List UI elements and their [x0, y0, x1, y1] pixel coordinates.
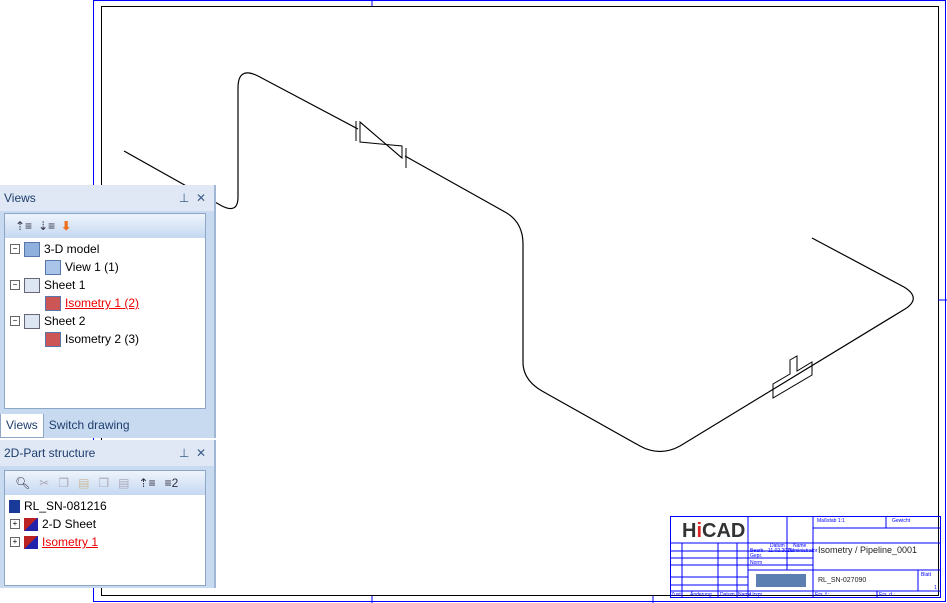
- tab-views[interactable]: Views: [0, 414, 44, 438]
- part-structure-panel: 2D-Part structure ⊥ ✕ 🔍︎ ✂ ❐ ▤ ❐ ▤ ⇡≡ ≡2…: [0, 440, 216, 588]
- weight-label: Gewicht: [892, 518, 911, 524]
- tree-item-sheet-2[interactable]: − Sheet 2: [10, 312, 85, 330]
- tree-item-label: RL_SN-081216: [24, 499, 107, 513]
- paste-sheet-icon[interactable]: ▤: [118, 476, 129, 490]
- pin-icon[interactable]: ⊥: [179, 191, 189, 205]
- norm-label: Norm: [750, 560, 763, 566]
- views-panel-title: Views: [4, 191, 36, 205]
- down-arrow-icon[interactable]: ⬇: [61, 219, 71, 233]
- close-icon[interactable]: ✕: [196, 446, 206, 460]
- collapse-toggle[interactable]: −: [10, 280, 20, 290]
- part-icon: [24, 535, 38, 549]
- author-value: Administrator: [788, 548, 818, 554]
- collapse-icon[interactable]: ⇡≡: [139, 476, 156, 490]
- copy-icon[interactable]: ❐: [58, 476, 69, 490]
- cut-icon[interactable]: ✂: [39, 476, 49, 490]
- tree-item-view-1[interactable]: View 1 (1): [45, 258, 119, 276]
- sheet-label: Blatt: [921, 572, 932, 578]
- scale-label: Maßstab 1:1: [817, 518, 845, 524]
- sheet-number: 1: [934, 585, 937, 591]
- tree-item-isometry-2[interactable]: Isometry 2 (3): [45, 330, 139, 348]
- tree-item-label: Sheet 2: [44, 314, 86, 328]
- tree-item-isometry-1[interactable]: + Isometry 1: [10, 533, 98, 551]
- tree-item-label: Isometry 1: [42, 535, 99, 549]
- tree-item-label: Isometry 2 (3): [65, 332, 140, 346]
- expand-all-icon[interactable]: ⇣≡: [38, 219, 55, 233]
- tree-item-label: 3-D model: [44, 242, 100, 256]
- zust-label: Zust.: [671, 592, 683, 598]
- expand-toggle[interactable]: +: [10, 537, 20, 547]
- tree-root[interactable]: RL_SN-081216: [9, 497, 107, 515]
- ers-d-label: Ers. d.:: [879, 592, 895, 598]
- tree-item-3d-model[interactable]: − 3-D model: [10, 240, 99, 258]
- view-icon: [45, 259, 61, 275]
- logo: HiCAD: [682, 520, 746, 542]
- tab-switch-drawing[interactable]: Switch drawing: [44, 414, 135, 438]
- pin-icon[interactable]: ⊥: [179, 446, 189, 460]
- tree-item-label: Isometry 1 (2): [65, 296, 140, 310]
- isometry-icon: [45, 331, 61, 347]
- close-icon[interactable]: ✕: [196, 191, 206, 205]
- datum-label: Datum: [720, 592, 735, 598]
- drawing-number: RL_SN-027090: [818, 577, 867, 584]
- tree-item-label: View 1 (1): [65, 260, 119, 274]
- copy-sheet-icon[interactable]: ❐: [98, 476, 109, 490]
- assembly-icon: [9, 499, 20, 513]
- ers-f-label: Ers. f.:: [815, 592, 830, 598]
- preview-icon[interactable]: 🔍︎: [15, 476, 30, 490]
- valve-symbol: [355, 120, 407, 168]
- pipeline: [123, 72, 914, 453]
- numbering-icon[interactable]: ≡2: [165, 476, 179, 490]
- tree-item-isometry-1[interactable]: Isometry 1 (2): [45, 294, 139, 312]
- drawing-title: Isometry / Pipeline_0001: [818, 545, 918, 555]
- gepr-label: Gepr.: [750, 553, 763, 559]
- tree-item-2d-sheet[interactable]: +2-D Sheet: [10, 515, 96, 533]
- views-panel: Views ⊥ ✕ ⇡≡ ⇣≡ ⬇ −3-D model View 1 (1) …: [0, 185, 216, 438]
- part-panel-title: 2D-Part structure: [4, 446, 96, 460]
- collapse-toggle[interactable]: −: [10, 244, 20, 254]
- tree-item-label: 2-D Sheet: [42, 517, 97, 531]
- sheet-icon: [24, 313, 40, 329]
- expand-toggle[interactable]: +: [10, 519, 20, 529]
- sheet-outer-frame: [93, 0, 946, 602]
- change-label: Änderung: [690, 592, 712, 598]
- collapse-toggle[interactable]: −: [10, 316, 20, 326]
- numbering-label: 2: [171, 476, 179, 490]
- paste-icon[interactable]: ▤: [78, 476, 89, 490]
- urspr-label: Urspr.: [750, 592, 764, 598]
- tree-item-sheet-1[interactable]: − Sheet 1: [10, 276, 85, 294]
- sheet-icon: [24, 277, 40, 293]
- tree-item-label: Sheet 1: [44, 278, 86, 292]
- collapse-all-icon[interactable]: ⇡≡: [15, 219, 32, 233]
- sheet-inner-frame: [101, 6, 939, 596]
- isometry-icon: [45, 295, 61, 311]
- part-icon: [24, 517, 38, 531]
- model-3d-icon: [24, 241, 40, 257]
